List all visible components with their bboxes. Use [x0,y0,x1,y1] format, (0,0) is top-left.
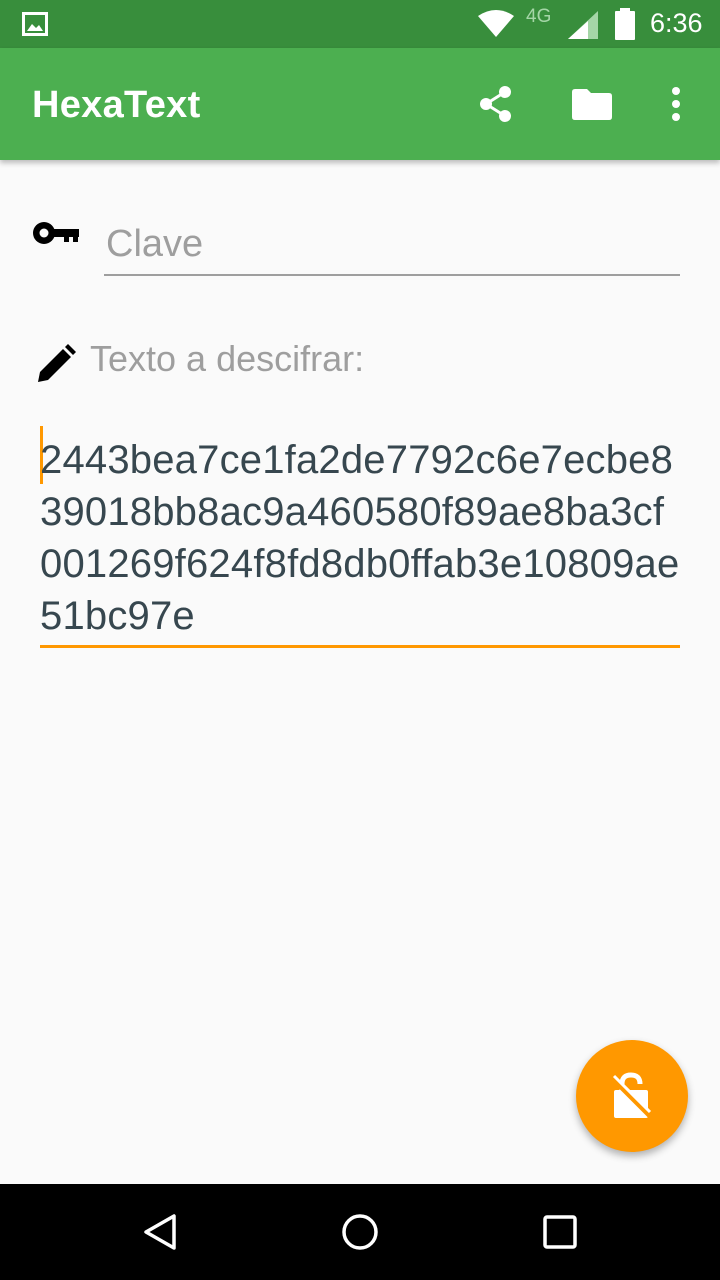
status-bar: 4G 6:36 [0,0,720,48]
cipher-text-field[interactable]: 2443bea7ce1fa2de7792c6e7ecbe839018bb8ac9… [40,426,680,648]
image-icon [22,12,48,36]
navigation-bar [0,1184,720,1280]
recents-icon [543,1215,577,1249]
app-title: HexaText [32,84,201,126]
home-icon [342,1214,378,1250]
lock-open-icon [610,1072,654,1120]
app-bar: HexaText [0,48,720,160]
share-button[interactable] [464,72,528,136]
more-vert-icon [672,87,680,121]
network-type-label: 4G [526,6,552,27]
folder-icon [572,89,612,120]
key-icon [33,222,79,244]
home-button[interactable] [328,1200,392,1264]
decrypt-fab-button[interactable] [576,1040,688,1152]
back-button[interactable] [128,1200,192,1264]
wifi-icon [478,10,514,37]
recents-button[interactable] [528,1200,592,1264]
more-options-button[interactable] [644,72,708,136]
cipher-text-value: 2443bea7ce1fa2de7792c6e7ecbe839018bb8ac9… [40,438,680,638]
open-folder-button[interactable] [560,72,624,136]
clock: 6:36 [650,8,703,38]
screen: 4G 6:36 HexaText Clave Texto a descifrar… [0,0,720,1280]
pencil-icon [38,344,76,382]
signal-icon [568,11,598,39]
share-icon [480,86,511,122]
battery-icon [615,8,635,40]
cipher-text-label: Texto a descifrar: [90,338,365,379]
key-input[interactable] [104,214,680,276]
back-icon [144,1214,176,1250]
